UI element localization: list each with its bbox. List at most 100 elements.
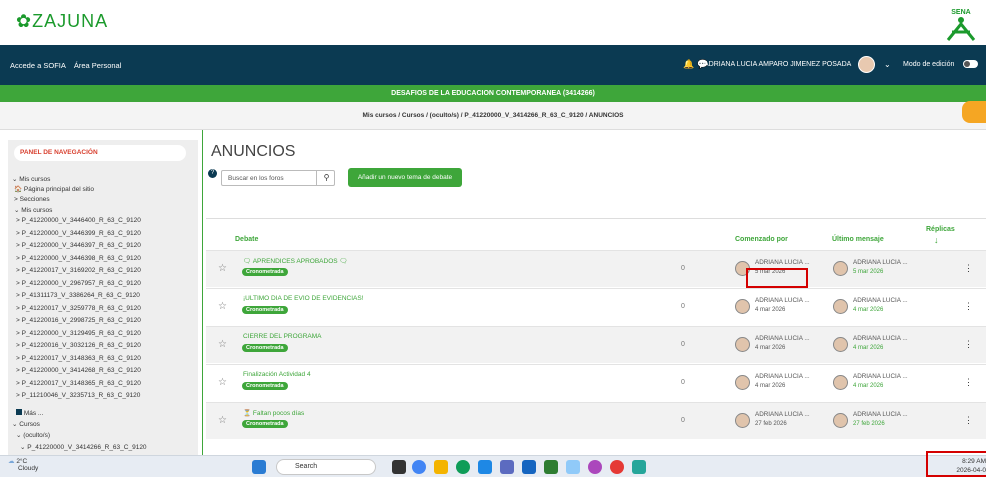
last-author-name[interactable]: ADRIANA LUCIA ... [853,259,908,266]
arrow-down-icon[interactable]: ↓ [934,235,939,245]
discussion-title[interactable]: 🗨 APRENDICES APROBADOS 🗨 [243,257,348,265]
sidebar-item-course[interactable]: > P_41220000_V_2967957_R_63_C_9120 [16,280,141,287]
personal-area-link[interactable]: Área Personal [74,61,122,70]
help-icon[interactable]: ? [208,169,217,178]
nav-current-course[interactable]: ⌄ P_41220000_V_3414266_R_63_C_9120 [20,443,147,451]
sidebar-item-course[interactable]: > P_41220017_V_3259778_R_63_C_9120 [16,305,141,312]
discussion-title[interactable]: ⏳ Faltan pocos días [243,409,304,417]
avatar[interactable] [833,413,848,428]
user-name[interactable]: ADRIANA LUCIA AMPARO JIMENEZ POSADA [704,61,851,68]
author-name[interactable]: ADRIANA LUCIA ... [755,411,810,418]
zajuna-logo[interactable]: ✿ZAJUNA [16,11,108,32]
star-icon[interactable]: ☆ [218,301,227,312]
more-options-icon[interactable]: ⋮ [964,263,973,274]
table-row[interactable]: ☆ Finalización Actividad 4 Cronometrada ADR… [206,364,986,401]
table-row[interactable]: ☆ CIERRE DEL PROGRAMA Cronometrada ADRIANA … [206,326,986,363]
taskbar-search[interactable]: Search [276,459,376,475]
last-author-name[interactable]: ADRIANA LUCIA ... [853,373,908,380]
task-view-icon[interactable] [392,460,406,474]
edge-icon[interactable] [632,460,646,474]
excel-icon[interactable] [544,460,558,474]
last-post-date[interactable]: 5 mar 2026 [853,269,883,275]
more-options-icon[interactable]: ⋮ [964,339,973,350]
game-icon[interactable] [610,460,624,474]
last-author-name[interactable]: ADRIANA LUCIA ... [853,411,908,418]
weather-widget[interactable]: ☁ 2°C Cloudy [8,457,38,472]
windows-start-icon[interactable] [252,460,266,474]
breadcrumb[interactable]: Mis cursos / Cursos / (oculto/s) / P_412… [0,102,986,130]
last-author-name[interactable]: ADRIANA LUCIA ... [853,335,908,342]
col-started-by[interactable]: Comenzado por [735,236,788,243]
sidebar-item-course[interactable]: > P_41220017_V_3148363_R_63_C_9120 [16,355,141,362]
avatar[interactable] [735,337,750,352]
chrome-profile-icon[interactable] [456,460,470,474]
star-icon[interactable]: ☆ [218,415,227,426]
help-button[interactable] [962,101,986,123]
last-post-date[interactable]: 27 feb 2026 [853,421,885,427]
teams-icon[interactable] [500,460,514,474]
nav-more[interactable]: Más ... [16,409,43,417]
avatar[interactable] [833,375,848,390]
table-row[interactable]: ☆ ¡ULTIMO DIA DE EVIO DE EVIDENCIAS! Crono… [206,288,986,325]
add-topic-button[interactable]: Añadir un nuevo tema de debate [348,168,462,187]
last-post-date[interactable]: 4 mar 2026 [853,383,883,389]
sidebar-item-course[interactable]: > P_41220000_V_3446397_R_63_C_9120 [16,242,141,249]
more-options-icon[interactable]: ⋮ [964,301,973,312]
more-options-icon[interactable]: ⋮ [964,377,973,388]
course-title[interactable]: DESAFIOS DE LA EDUCACION CONTEMPORANEA (… [0,85,986,102]
col-replies[interactable]: Réplicas [926,226,955,233]
col-debate[interactable]: Debate [235,236,258,243]
outlook-icon[interactable] [522,460,536,474]
copilot-icon[interactable] [588,460,602,474]
col-last-post[interactable]: Último mensaje [832,236,884,243]
last-post-date[interactable]: 4 mar 2026 [853,345,883,351]
star-icon[interactable]: ☆ [218,377,227,388]
avatar[interactable] [735,375,750,390]
table-row[interactable]: ☆ 🗨 APRENDICES APROBADOS 🗨 Cronometrada ADR… [206,250,986,287]
store-icon[interactable] [478,460,492,474]
app-icon[interactable] [566,460,580,474]
chevron-down-icon[interactable]: ⌄ [884,60,891,69]
nav-my-courses-2[interactable]: ⌄ Mis cursos [14,206,52,214]
search-input[interactable]: Buscar en los foros [228,175,284,182]
nav-my-courses[interactable]: ⌄ Mis cursos [12,175,50,183]
search-icon[interactable]: ⚲ [316,170,336,186]
sidebar-item-course[interactable]: > P_41220000_V_3446398_R_63_C_9120 [16,255,141,262]
author-name[interactable]: ADRIANA LUCIA ... [755,373,810,380]
discussion-title[interactable]: ¡ULTIMO DIA DE EVIO DE EVIDENCIAS! [243,295,364,302]
sidebar-item-course[interactable]: > P_41220000_V_3446399_R_63_C_9120 [16,230,141,237]
last-post-date[interactable]: 4 mar 2026 [853,307,883,313]
system-clock[interactable]: 8:29 AM 2026-04-0 [930,457,986,475]
nav-home[interactable]: 🏠 Página principal del sitio [14,185,94,193]
sidebar-item-course[interactable]: > P_41220017_V_3169202_R_63_C_9120 [16,267,141,274]
sidebar-item-course[interactable]: > P_41220000_V_3446400_R_63_C_9120 [16,217,141,224]
sidebar-item-course[interactable]: > P_41220017_V_3148365_R_63_C_9120 [16,380,141,387]
avatar[interactable] [833,261,848,276]
avatar[interactable] [735,299,750,314]
bell-icon[interactable]: 🔔 [683,59,694,70]
nav-sections[interactable]: > Secciones [14,196,50,203]
more-options-icon[interactable]: ⋮ [964,415,973,426]
avatar[interactable] [833,337,848,352]
sidebar-item-course[interactable]: > P_11210046_V_3235713_R_63_C_9120 [16,392,140,399]
sofia-link[interactable]: Accede a SOFIA [10,61,66,70]
star-icon[interactable]: ☆ [218,339,227,350]
sidebar-item-course[interactable]: > P_41220000_V_3129495_R_63_C_9120 [16,330,141,337]
last-author-name[interactable]: ADRIANA LUCIA ... [853,297,908,304]
author-name[interactable]: ADRIANA LUCIA ... [755,335,810,342]
discussion-title[interactable]: CIERRE DEL PROGRAMA [243,333,322,340]
avatar[interactable] [858,56,875,73]
author-name[interactable]: ADRIANA LUCIA ... [755,297,810,304]
avatar[interactable] [735,413,750,428]
sidebar-item-course[interactable]: > P_41311173_V_3386264_R_63_C_9120 [16,292,140,299]
table-row[interactable]: ☆ ⏳ Faltan pocos días Cronometrada ADRIANA … [206,402,986,439]
star-icon[interactable]: ☆ [218,263,227,274]
nav-cursos[interactable]: ⌄ Cursos [12,420,40,428]
forum-search[interactable]: Buscar en los foros ⚲ [221,170,335,186]
file-explorer-icon[interactable] [434,460,448,474]
nav-hidden[interactable]: ⌄ (oculto/s) [16,431,50,439]
author-name[interactable]: ADRIANA LUCIA ... [755,259,810,266]
avatar[interactable] [833,299,848,314]
chrome-icon[interactable] [412,460,426,474]
sidebar-item-course[interactable]: > P_41220016_V_3032126_R_63_C_9120 [16,342,141,349]
